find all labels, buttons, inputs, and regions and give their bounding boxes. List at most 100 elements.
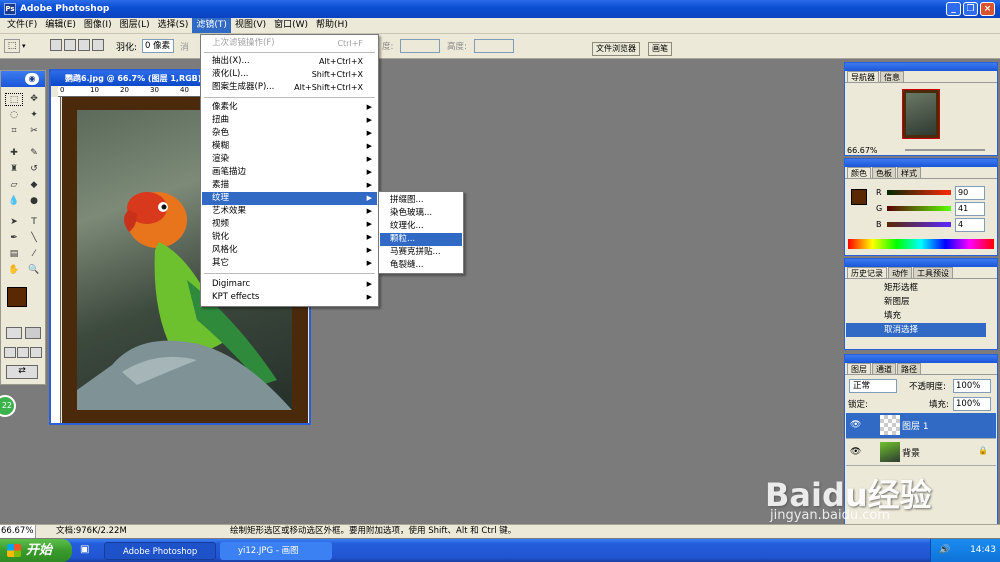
marquee-tool-icon[interactable]: ⬚ — [5, 93, 23, 106]
menu-edit[interactable]: 编辑(E) — [41, 18, 80, 33]
r-slider[interactable] — [887, 190, 951, 195]
restore-icon[interactable]: ❐ — [963, 2, 978, 16]
menu-filter[interactable]: 滤镜(T) — [192, 18, 231, 33]
blend-mode-select[interactable]: 正常 — [849, 379, 897, 393]
submenu-item-texturizer[interactable]: 纹理化... — [380, 220, 462, 233]
tab-tool-presets[interactable]: 工具预设 — [913, 267, 953, 278]
menu-view[interactable]: 视图(V) — [231, 18, 270, 33]
notes-tool-icon[interactable]: ▤ — [5, 248, 23, 261]
tab-styles[interactable]: 样式 — [897, 167, 921, 178]
opacity-input[interactable]: 100% — [953, 379, 991, 393]
submenu-item-stained-glass[interactable]: 染色玻璃... — [380, 207, 462, 220]
tab-paths[interactable]: 路径 — [897, 363, 921, 374]
new-selection-icon[interactable] — [50, 39, 62, 51]
navigator-thumbnail[interactable] — [902, 89, 940, 139]
eye-icon[interactable]: 👁 — [850, 420, 861, 430]
history-brush-icon[interactable]: ↺ — [25, 163, 43, 176]
zoom-tool-icon[interactable]: 🔍 — [25, 264, 43, 277]
healing-brush-icon[interactable]: ✚ — [5, 147, 23, 160]
tab-navigator[interactable]: 导航器 — [847, 71, 879, 82]
lasso-tool-icon[interactable]: ◌ — [5, 109, 23, 122]
submenu-item-mosaic-tiles[interactable]: 马赛克拼贴... — [380, 246, 462, 259]
navigator-zoom-slider[interactable] — [905, 149, 985, 151]
volume-icon[interactable]: 🔊 — [939, 539, 950, 562]
feather-input[interactable]: 0 像素 — [142, 39, 174, 53]
clone-stamp-icon[interactable]: ♜ — [5, 163, 23, 176]
menu-item-pixelate[interactable]: 像素化 ▶ — [202, 101, 377, 114]
eyedropper-icon[interactable]: ⁄ — [25, 248, 43, 261]
menu-item-pattern-maker[interactable]: 图案生成器(P)... Alt+Shift+Ctrl+X — [202, 81, 377, 94]
menu-item-render[interactable]: 渲染 ▶ — [202, 153, 377, 166]
menu-layer[interactable]: 图层(L) — [116, 18, 154, 33]
pen-tool-icon[interactable]: ✒ — [5, 232, 23, 245]
tab-color[interactable]: 颜色 — [847, 167, 871, 178]
marquee-preset-icon[interactable]: ⬚ — [4, 39, 20, 53]
menu-image[interactable]: 图像(I) — [80, 18, 116, 33]
color-spectrum-ramp[interactable] — [848, 239, 994, 249]
line-tool-icon[interactable]: ╲ — [25, 232, 43, 245]
task-photoshop[interactable]: Adobe Photoshop — [104, 542, 216, 560]
show-desktop-icon[interactable]: ▣ — [80, 544, 89, 555]
brush-tool-icon[interactable]: ✎ — [25, 147, 43, 160]
eye-logo-icon[interactable]: ◉ — [25, 73, 39, 85]
fill-input[interactable]: 100% — [953, 397, 991, 411]
eye-icon[interactable]: 👁 — [850, 447, 861, 457]
b-value-input[interactable]: 4 — [955, 218, 985, 232]
intersect-selection-icon[interactable] — [92, 39, 104, 51]
quick-mask-icon[interactable] — [25, 327, 41, 339]
task-paint[interactable]: yi12.JPG - 画图 — [220, 542, 332, 560]
menu-select[interactable]: 选择(S) — [154, 18, 193, 33]
tab-history[interactable]: 历史记录 — [847, 267, 887, 278]
start-button[interactable]: 开始 — [0, 539, 72, 562]
width-input[interactable] — [400, 39, 440, 53]
tab-swatches[interactable]: 色板 — [872, 167, 896, 178]
tab-layers[interactable]: 图层 — [847, 363, 871, 374]
history-item[interactable]: 填充 — [846, 309, 986, 323]
submenu-item-grain[interactable]: 颗粒... — [380, 233, 462, 246]
crop-tool-icon[interactable]: ⌗ — [5, 125, 23, 138]
menu-item-extract[interactable]: 抽出(X)... Alt+Ctrl+X — [202, 55, 377, 68]
subtract-selection-icon[interactable] — [78, 39, 90, 51]
history-item[interactable]: 新图层 — [846, 295, 986, 309]
g-value-input[interactable]: 41 — [955, 202, 985, 216]
tab-info[interactable]: 信息 — [880, 71, 904, 82]
hand-tool-icon[interactable]: ✋ — [5, 264, 23, 277]
layer-row-selected[interactable]: 👁 图层 1 — [846, 413, 996, 439]
menu-item-sharpen[interactable]: 锐化 ▶ — [202, 231, 377, 244]
tab-file-browser[interactable]: 文件浏览器 — [592, 42, 640, 56]
type-tool-icon[interactable]: T — [25, 216, 43, 229]
menu-item-artistic[interactable]: 艺术效果 ▶ — [202, 205, 377, 218]
add-selection-icon[interactable] — [64, 39, 76, 51]
menu-window[interactable]: 窗口(W) — [270, 18, 312, 33]
path-select-icon[interactable]: ➤ — [5, 216, 23, 229]
standard-mode-icon[interactable] — [6, 327, 22, 339]
dodge-tool-icon[interactable]: ● — [25, 195, 43, 208]
blur-tool-icon[interactable]: 💧 — [5, 195, 23, 208]
side-notification-badge[interactable]: 22 — [0, 395, 16, 417]
menu-item-liquify[interactable]: 液化(L)... Shift+Ctrl+X — [202, 68, 377, 81]
jump-to-imageready-icon[interactable]: ⇄ — [6, 365, 38, 379]
g-slider[interactable] — [887, 206, 951, 211]
submenu-item-craquelure[interactable]: 龟裂缝... — [380, 259, 462, 272]
eraser-tool-icon[interactable]: ▱ — [5, 179, 23, 192]
slice-tool-icon[interactable]: ✂ — [25, 125, 43, 138]
menu-help[interactable]: 帮助(H) — [312, 18, 352, 33]
move-tool-icon[interactable]: ✥ — [25, 93, 43, 106]
tab-channels[interactable]: 通道 — [872, 363, 896, 374]
tab-actions[interactable]: 动作 — [888, 267, 912, 278]
submenu-item-patchwork[interactable]: 拼缀图... — [380, 194, 462, 207]
menu-item-distort[interactable]: 扭曲 ▶ — [202, 114, 377, 127]
height-input[interactable] — [474, 39, 514, 53]
menu-item-brush-strokes[interactable]: 画笔描边 ▶ — [202, 166, 377, 179]
menu-item-stylize[interactable]: 风格化 ▶ — [202, 244, 377, 257]
screen-mode-full-menu-icon[interactable] — [17, 347, 29, 358]
history-item-selected[interactable]: 取消选择 — [846, 323, 986, 337]
menu-item-digimarc[interactable]: Digimarc ▶ — [202, 278, 377, 291]
menu-item-noise[interactable]: 杂色 ▶ — [202, 127, 377, 140]
menu-item-other[interactable]: 其它 ▶ — [202, 257, 377, 270]
layer-row[interactable]: 👁 背景 🔒 — [846, 440, 996, 466]
menu-item-texture[interactable]: 纹理 ▶ — [202, 192, 377, 205]
history-item[interactable]: 矩形选框 — [846, 281, 986, 295]
magic-wand-icon[interactable]: ✦ — [25, 109, 43, 122]
menu-file[interactable]: 文件(F) — [3, 18, 41, 33]
